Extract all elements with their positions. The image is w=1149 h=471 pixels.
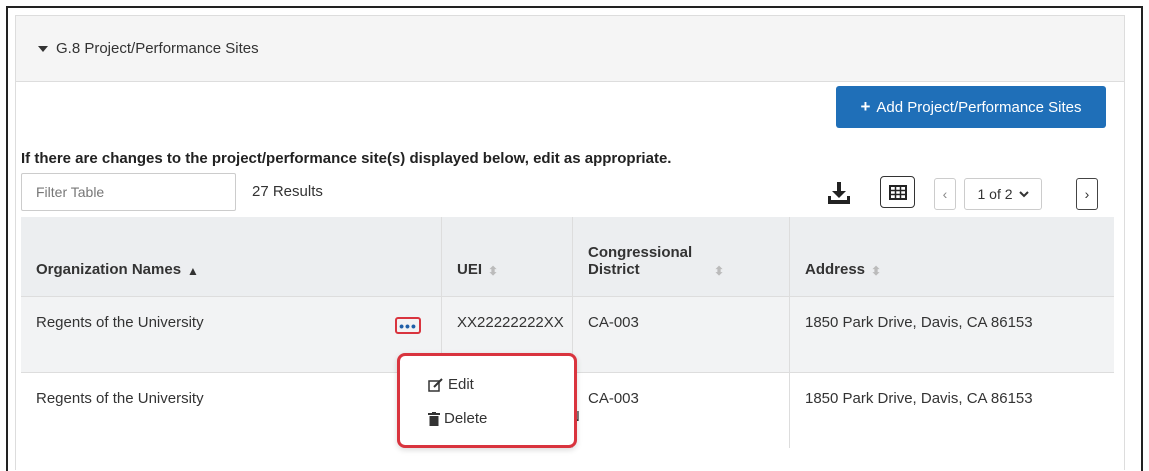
- previous-page-button[interactable]: ‹: [934, 178, 956, 210]
- download-icon[interactable]: [826, 180, 852, 206]
- section-title: G.8 Project/Performance Sites: [56, 40, 259, 57]
- row-actions-menu: Edit Delete: [397, 353, 577, 448]
- chevron-left-icon: ‹: [942, 186, 948, 202]
- results-count: 27 Results: [252, 183, 323, 200]
- cell-district: CA-003: [573, 373, 790, 448]
- next-page-button[interactable]: ›: [1076, 178, 1098, 210]
- header-organization-names[interactable]: Organization Names ▲: [21, 217, 442, 296]
- row-actions-button[interactable]: •••: [395, 317, 421, 334]
- sort-icon: ⬍: [488, 264, 499, 278]
- table-grid-icon: [888, 184, 907, 200]
- add-sites-button[interactable]: + Add Project/Performance Sites: [836, 86, 1106, 128]
- ellipsis-icon: •••: [399, 317, 417, 334]
- cell-address: 1850 Park Drive, Davis, CA 86153: [805, 314, 1033, 331]
- filter-input[interactable]: Filter Table: [21, 173, 236, 211]
- chevron-down-icon: [1018, 190, 1029, 197]
- cell-organization: Regents of the University •••: [21, 297, 442, 372]
- add-sites-label: Add Project/Performance Sites: [876, 98, 1082, 116]
- header-address[interactable]: Address ⬍: [790, 217, 1114, 296]
- cell-organization: Regents of the University: [21, 373, 442, 448]
- edit-menu-item[interactable]: Edit: [428, 376, 474, 393]
- instruction-text: If there are changes to the project/perf…: [21, 150, 672, 167]
- table-view-toggle[interactable]: [880, 176, 915, 208]
- chevron-right-icon: ›: [1084, 186, 1090, 202]
- plus-icon: +: [860, 97, 871, 116]
- edit-icon: [428, 377, 443, 392]
- header-uei[interactable]: UEI ⬍: [442, 217, 573, 296]
- page-select[interactable]: 1 of 2: [964, 178, 1042, 210]
- delete-menu-item[interactable]: Delete: [428, 410, 487, 427]
- trash-icon: [428, 411, 440, 426]
- table-header-row: Organization Names ▲ UEI ⬍ Congressional D…: [21, 217, 1114, 296]
- sort-asc-icon: ▲: [187, 264, 199, 278]
- caret-down-icon: [38, 45, 48, 52]
- section-header[interactable]: G.8 Project/Performance Sites: [16, 16, 1124, 82]
- cell-address: 1850 Park Drive, Davis, CA 86153: [805, 390, 1033, 407]
- sort-icon: ⬍: [714, 264, 725, 278]
- page-indicator: 1 of 2: [977, 186, 1013, 202]
- header-congressional-district[interactable]: Congressional District ⬍: [573, 217, 790, 296]
- cell-district: CA-003: [573, 297, 790, 372]
- sort-icon: ⬍: [871, 264, 882, 278]
